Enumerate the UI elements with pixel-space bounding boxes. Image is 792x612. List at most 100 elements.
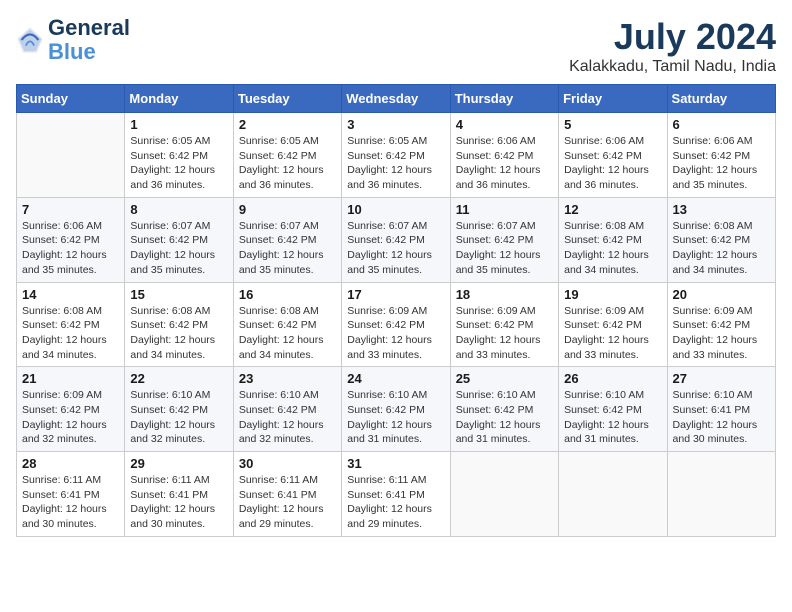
- day-info: Sunrise: 6:09 AMSunset: 6:42 PMDaylight:…: [456, 304, 553, 363]
- sunset-text: Sunset: 6:42 PM: [564, 234, 642, 246]
- sunset-text: Sunset: 6:42 PM: [239, 150, 317, 162]
- calendar-cell: 4 Sunrise: 6:06 AMSunset: 6:42 PMDaylight…: [450, 113, 558, 198]
- sunset-text: Sunset: 6:42 PM: [673, 150, 751, 162]
- day-number: 10: [347, 202, 444, 217]
- sunrise-text: Sunrise: 6:11 AM: [22, 474, 101, 486]
- calendar-cell: 18 Sunrise: 6:09 AMSunset: 6:42 PMDayligh…: [450, 282, 558, 367]
- weekday-header: Tuesday: [233, 85, 341, 113]
- day-number: 9: [239, 202, 336, 217]
- sunset-text: Sunset: 6:42 PM: [347, 234, 425, 246]
- sunset-text: Sunset: 6:42 PM: [456, 319, 534, 331]
- weekday-header: Sunday: [17, 85, 125, 113]
- daylight-text: Daylight: 12 hours and 36 minutes.: [130, 164, 215, 191]
- day-info: Sunrise: 6:11 AMSunset: 6:41 PMDaylight:…: [239, 473, 336, 532]
- day-number: 18: [456, 287, 553, 302]
- day-number: 13: [673, 202, 770, 217]
- day-number: 19: [564, 287, 661, 302]
- sunset-text: Sunset: 6:42 PM: [347, 319, 425, 331]
- location: Kalakkadu, Tamil Nadu, India: [569, 58, 776, 76]
- weekday-header: Thursday: [450, 85, 558, 113]
- calendar-cell: 20Sunrise: 6:09 AMSunset: 6:42 PMDayligh…: [667, 282, 775, 367]
- sunrise-text: Sunrise: 6:10 AM: [347, 389, 427, 401]
- daylight-text: Daylight: 12 hours and 36 minutes.: [456, 164, 541, 191]
- calendar-cell: 12Sunrise: 6:08 AMSunset: 6:42 PMDayligh…: [559, 197, 667, 282]
- day-info: Sunrise: 6:10 AMSunset: 6:42 PMDaylight:…: [130, 388, 227, 447]
- sunrise-text: Sunrise: 6:10 AM: [673, 389, 753, 401]
- day-number: 29: [130, 456, 227, 471]
- sunrise-text: Sunrise: 6:11 AM: [239, 474, 318, 486]
- day-number: 21: [22, 371, 119, 386]
- sunset-text: Sunset: 6:42 PM: [347, 150, 425, 162]
- daylight-text: Daylight: 12 hours and 31 minutes.: [347, 419, 432, 446]
- logo: General Blue: [16, 16, 130, 64]
- sunrise-text: Sunrise: 6:08 AM: [22, 305, 102, 317]
- day-info: Sunrise: 6:08 AMSunset: 6:42 PMDaylight:…: [239, 304, 336, 363]
- day-info: Sunrise: 6:10 AMSunset: 6:41 PMDaylight:…: [673, 388, 770, 447]
- day-number: 7: [22, 202, 119, 217]
- calendar-cell: 27Sunrise: 6:10 AMSunset: 6:41 PMDayligh…: [667, 367, 775, 452]
- sunset-text: Sunset: 6:42 PM: [564, 404, 642, 416]
- sunrise-text: Sunrise: 6:07 AM: [456, 220, 536, 232]
- calendar-cell: 7 Sunrise: 6:06 AM Sunset: 6:42 PM Daylight…: [17, 197, 125, 282]
- sunrise-text: Sunrise: 6:07 AM: [347, 220, 427, 232]
- sunrise-text: Sunrise: 6:09 AM: [347, 305, 427, 317]
- day-info: Sunrise: 6:08 AMSunset: 6:42 PMDaylight:…: [130, 304, 227, 363]
- day-info: Sunrise: 6:11 AMSunset: 6:41 PMDaylight:…: [347, 473, 444, 532]
- day-info: Sunrise: 6:06 AMSunset: 6:42 PMDaylight:…: [673, 134, 770, 193]
- calendar-cell: 3Sunrise: 6:05 AMSunset: 6:42 PMDaylight…: [342, 113, 450, 198]
- day-info: Sunrise: 6:05 AMSunset: 6:42 PMDaylight:…: [239, 134, 336, 193]
- daylight-text: Daylight: 12 hours and 35 minutes.: [130, 249, 215, 276]
- calendar-cell: 6Sunrise: 6:06 AMSunset: 6:42 PMDaylight…: [667, 113, 775, 198]
- calendar-cell: [559, 452, 667, 537]
- day-number: 4: [456, 117, 553, 132]
- daylight-text: Daylight: 12 hours and 33 minutes.: [564, 334, 649, 361]
- sunset-text: Sunset: 6:41 PM: [673, 404, 751, 416]
- sunset-text: Sunset: 6:42 PM: [22, 234, 100, 246]
- daylight-text: Daylight: 12 hours and 32 minutes.: [22, 419, 107, 446]
- sunset-text: Sunset: 6:42 PM: [130, 319, 208, 331]
- daylight-text: Daylight: 12 hours and 34 minutes.: [130, 334, 215, 361]
- sunset-text: Sunset: 6:42 PM: [564, 150, 642, 162]
- day-number: 14: [22, 287, 119, 302]
- calendar-week-row: 7 Sunrise: 6:06 AM Sunset: 6:42 PM Daylight…: [17, 197, 776, 282]
- sunset-text: Sunset: 6:42 PM: [239, 404, 317, 416]
- sunrise-text: Sunrise: 6:06 AM: [564, 135, 644, 147]
- daylight-text: Daylight: 12 hours and 34 minutes.: [22, 334, 107, 361]
- day-number: 17: [347, 287, 444, 302]
- sunset-text: Sunset: 6:42 PM: [22, 404, 100, 416]
- day-info: Sunrise: 6:11 AMSunset: 6:41 PMDaylight:…: [22, 473, 119, 532]
- daylight-text: Daylight: 12 hours and 31 minutes.: [564, 419, 649, 446]
- daylight-text: Daylight: 12 hours and 35 minutes.: [673, 164, 758, 191]
- sunrise-text: Sunrise: 6:10 AM: [456, 389, 536, 401]
- sunrise-text: Sunrise: 6:05 AM: [130, 135, 210, 147]
- sunrise-text: Sunrise: 6:11 AM: [347, 474, 426, 486]
- calendar-cell: 1Sunrise: 6:05 AMSunset: 6:42 PMDaylight…: [125, 113, 233, 198]
- calendar-cell: 9Sunrise: 6:07 AMSunset: 6:42 PMDaylight…: [233, 197, 341, 282]
- sunrise-text: Sunrise: 6:06 AM: [22, 220, 102, 232]
- day-info: Sunrise: 6:07 AMSunset: 6:42 PMDaylight:…: [130, 219, 227, 278]
- daylight-text: Daylight: 12 hours and 35 minutes.: [239, 249, 324, 276]
- day-info: Sunrise: 6:10 AMSunset: 6:42 PMDaylight:…: [564, 388, 661, 447]
- daylight-text: Daylight: 12 hours and 35 minutes.: [22, 249, 107, 276]
- calendar-cell: 17Sunrise: 6:09 AMSunset: 6:42 PMDayligh…: [342, 282, 450, 367]
- calendar-cell: 31 Sunrise: 6:11 AMSunset: 6:41 PMDayligh…: [342, 452, 450, 537]
- calendar-cell: 23Sunrise: 6:10 AMSunset: 6:42 PMDayligh…: [233, 367, 341, 452]
- day-info: Sunrise: 6:06 AMSunset: 6:42 PMDaylight:…: [456, 134, 553, 193]
- calendar-table: SundayMondayTuesdayWednesdayThursdayFrid…: [16, 84, 776, 537]
- sunrise-text: Sunrise: 6:05 AM: [347, 135, 427, 147]
- day-info: Sunrise: 6:10 AMSunset: 6:42 PMDaylight:…: [239, 388, 336, 447]
- daylight-text: Daylight: 12 hours and 35 minutes.: [347, 249, 432, 276]
- daylight-text: Daylight: 12 hours and 34 minutes.: [673, 249, 758, 276]
- day-number: 31: [347, 456, 444, 471]
- daylight-text: Daylight: 12 hours and 29 minutes.: [347, 503, 432, 530]
- calendar-cell: 28Sunrise: 6:11 AMSunset: 6:41 PMDayligh…: [17, 452, 125, 537]
- calendar-cell: 26Sunrise: 6:10 AMSunset: 6:42 PMDayligh…: [559, 367, 667, 452]
- sunrise-text: Sunrise: 6:09 AM: [673, 305, 753, 317]
- calendar-week-row: 21Sunrise: 6:09 AMSunset: 6:42 PMDayligh…: [17, 367, 776, 452]
- sunset-text: Sunset: 6:42 PM: [673, 234, 751, 246]
- calendar-cell: 10 Sunrise: 6:07 AM Sunset: 6:42 PM Dayligh…: [342, 197, 450, 282]
- sunset-text: Sunset: 6:42 PM: [456, 404, 534, 416]
- day-number: 25: [456, 371, 553, 386]
- day-info: Sunrise: 6:07 AM Sunset: 6:42 PM Daylight:…: [347, 219, 444, 278]
- month-title: July 2024: [569, 16, 776, 58]
